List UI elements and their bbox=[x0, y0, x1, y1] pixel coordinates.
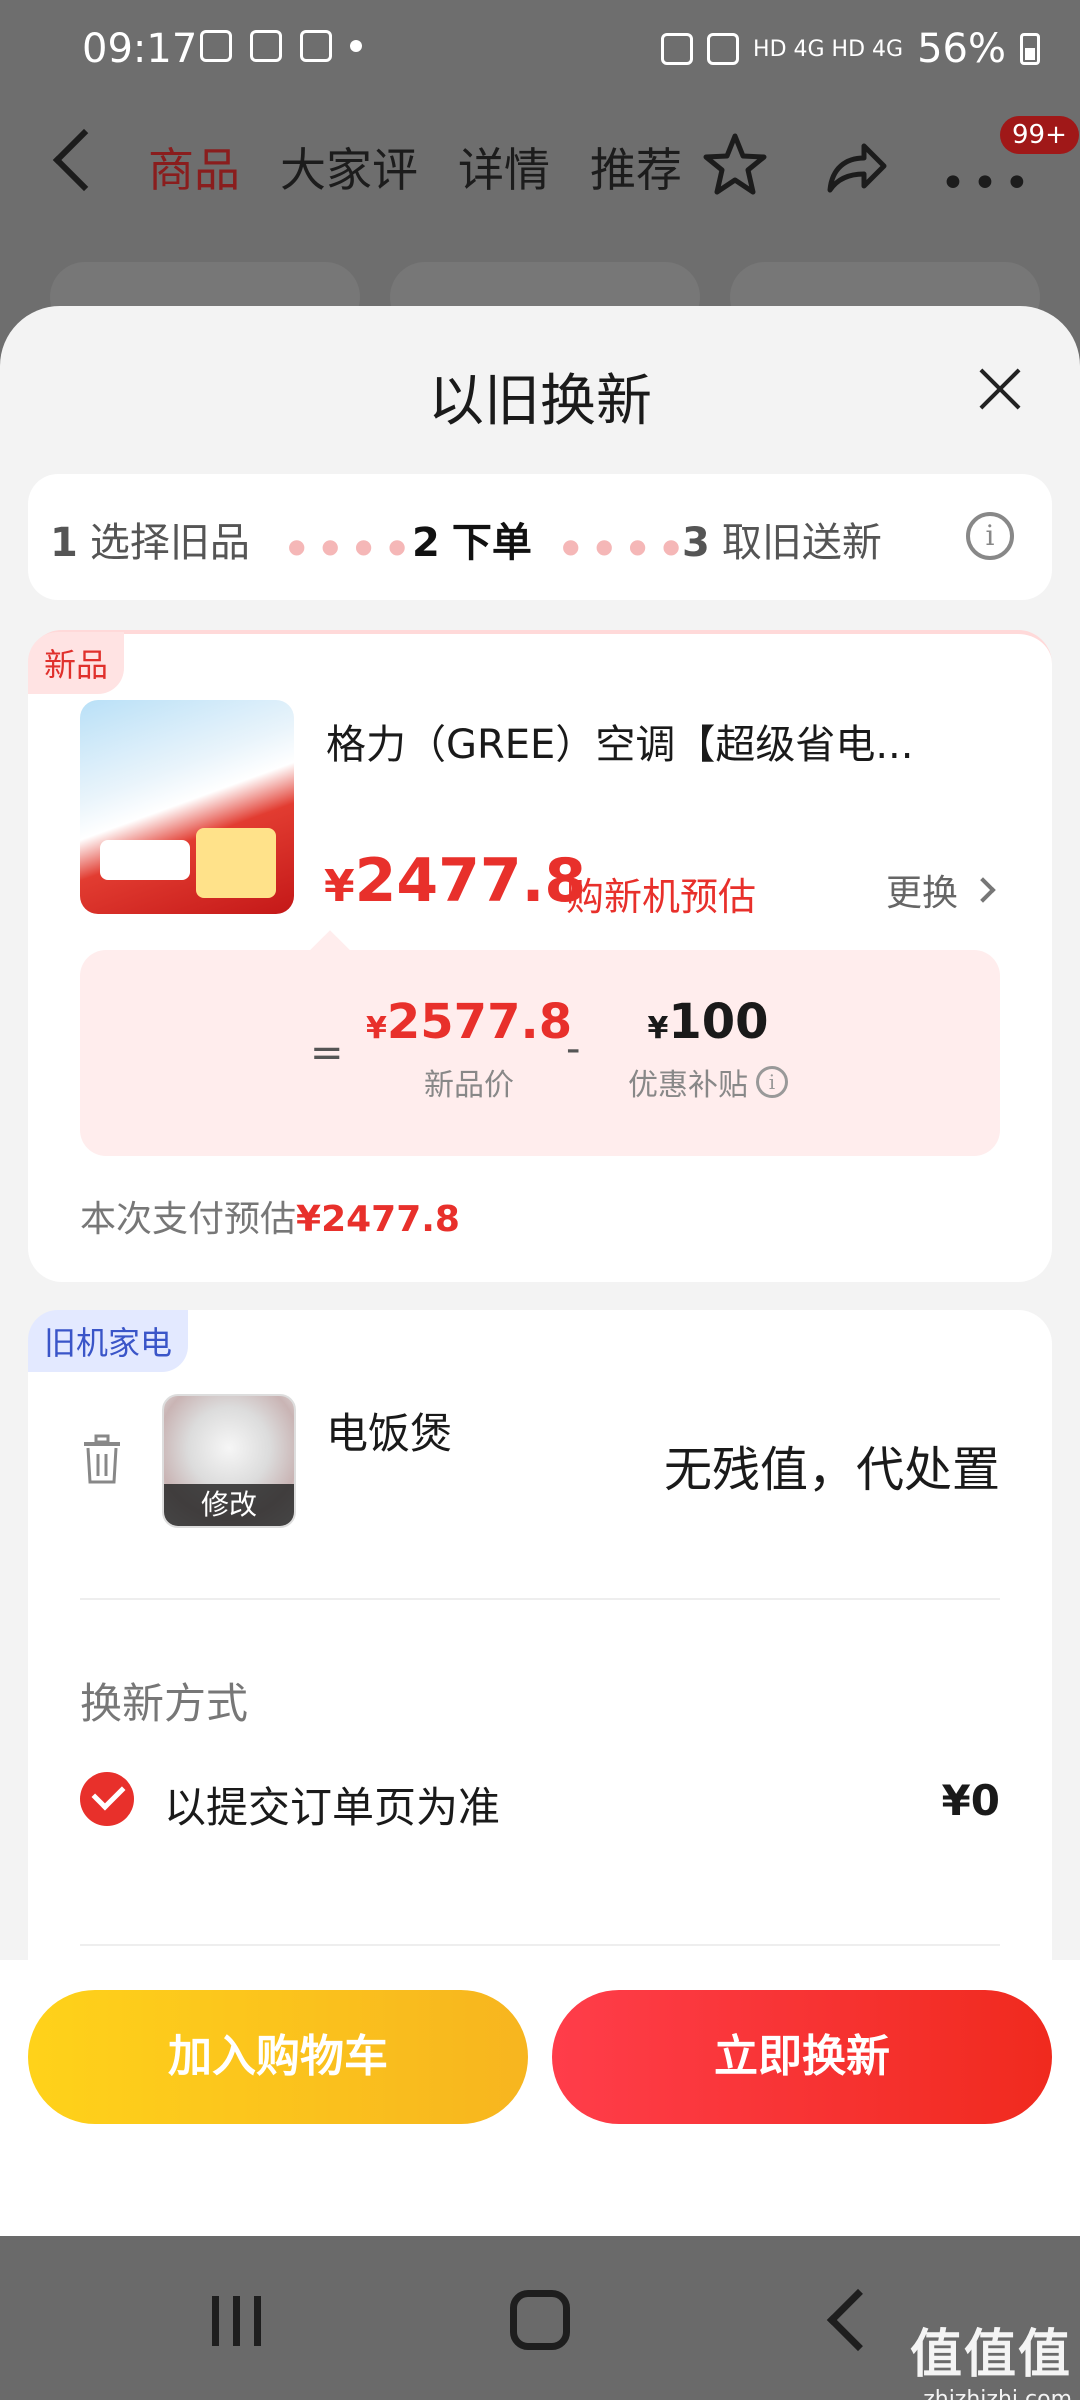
step-3: 3 取旧送新 bbox=[682, 510, 882, 568]
payment-estimate-amount: ¥2477.8 bbox=[296, 1199, 460, 1240]
subsidy-value: ¥100 bbox=[628, 994, 788, 1050]
watermark: 值值值 zhizhizhi.com bbox=[910, 2312, 1072, 2400]
status-bar: 09:17 HD 4G HD 4G 56% bbox=[0, 0, 1080, 100]
minus-sign: - bbox=[566, 1026, 581, 1072]
change-product-button[interactable]: 更换 bbox=[885, 864, 996, 916]
old-appliance-tag: 旧机家电 bbox=[28, 1310, 189, 1372]
tab-recommend[interactable]: 推荐 bbox=[590, 134, 682, 200]
status-notification-icons bbox=[200, 30, 362, 62]
estimated-price: ¥2477.8 bbox=[324, 846, 586, 916]
step-label: 取旧送新 bbox=[721, 520, 882, 566]
step-connector: ●●●● bbox=[562, 534, 696, 558]
divider bbox=[80, 1598, 1000, 1600]
new-price-label: 新品价 bbox=[424, 1068, 515, 1103]
thumb-detail bbox=[196, 828, 276, 898]
payment-estimate-label: 本次支付预估 bbox=[80, 1199, 297, 1240]
currency-symbol: ¥ bbox=[366, 1011, 387, 1046]
new-product-card: 新品 格力（GREE）空调【超级省电... ¥2477.8 购新机预估 更换 =… bbox=[28, 630, 1052, 1282]
battery-icon bbox=[1020, 33, 1040, 65]
new-price-item: ¥2577.8 新品价 bbox=[366, 994, 572, 1104]
price-breakdown: = ¥2577.8 新品价 - ¥100 优惠补贴 i bbox=[80, 930, 1000, 1156]
sheet-title: 以旧换新 bbox=[428, 369, 652, 434]
estimated-price-value: 2477.8 bbox=[354, 846, 587, 916]
tab-reviews[interactable]: 大家评 bbox=[280, 134, 418, 200]
back-icon[interactable] bbox=[52, 128, 116, 192]
currency-symbol: ¥ bbox=[647, 1011, 669, 1046]
wechat-icon bbox=[300, 30, 332, 62]
old-appliance-name: 电饭煲 bbox=[326, 1409, 453, 1458]
checkmark-icon[interactable] bbox=[80, 1772, 134, 1826]
product-tabs: 商品 大家评 详情 推荐 bbox=[148, 134, 682, 200]
new-price-amount: 2577.8 bbox=[386, 994, 573, 1050]
subsidy-label: 优惠补贴 bbox=[628, 1068, 748, 1103]
trade-in-method-heading: 换新方式 bbox=[80, 1679, 249, 1728]
trade-in-steps: 1 选择旧品 ●●●● 2 下单 ●●●● 3 取旧送新 i bbox=[28, 474, 1052, 600]
cart-count-badge: 99+ bbox=[1000, 116, 1079, 154]
battery-percent: 56% bbox=[917, 26, 1006, 72]
chevron-right-icon bbox=[970, 877, 996, 903]
product-title[interactable]: 格力（GREE）空调【超级省电... bbox=[326, 712, 913, 770]
add-to-cart-button[interactable]: 加入购物车 bbox=[28, 1990, 528, 2124]
residual-value: 无残值，代处置 bbox=[663, 1442, 1000, 1498]
watermark-url: zhizhizhi.com bbox=[923, 2387, 1072, 2400]
favorite-star-icon[interactable] bbox=[700, 130, 770, 200]
info-icon[interactable]: i bbox=[966, 512, 1014, 560]
trade-in-method-price: ¥0 bbox=[941, 1776, 1000, 1825]
product-nav-bar: 商品 大家评 详情 推荐 ••• bbox=[0, 110, 1080, 220]
trade-in-method-option[interactable]: 以提交订单页为准 bbox=[164, 1774, 500, 1835]
subsidy-item: ¥100 优惠补贴 i bbox=[628, 994, 788, 1104]
step-label: 下单 bbox=[451, 520, 532, 566]
trash-icon[interactable] bbox=[82, 1434, 122, 1484]
equals-sign: = bbox=[310, 1030, 344, 1076]
wifi-icon bbox=[707, 33, 740, 65]
alarm-icon bbox=[661, 33, 694, 65]
step-1: 1 选择旧品 bbox=[50, 510, 250, 568]
new-price-value: ¥2577.8 bbox=[366, 994, 572, 1050]
modify-button[interactable]: 修改 bbox=[164, 1484, 294, 1526]
subsidy-info-icon[interactable]: i bbox=[756, 1066, 788, 1098]
trade-in-now-button[interactable]: 立即换新 bbox=[552, 1990, 1052, 2124]
breakdown-pointer bbox=[310, 930, 350, 970]
step-label: 选择旧品 bbox=[89, 520, 250, 566]
step-number: 2 bbox=[412, 520, 446, 566]
air-conditioner-product-image[interactable] bbox=[80, 700, 294, 914]
step-number: 1 bbox=[50, 520, 84, 566]
price-note: 购新机预估 bbox=[566, 875, 757, 919]
tab-product[interactable]: 商品 bbox=[148, 134, 240, 200]
divider bbox=[80, 1944, 1000, 1946]
watermark-logo: 值值值 bbox=[909, 2325, 1072, 2385]
subsidy-amount: 100 bbox=[668, 994, 769, 1050]
tab-details[interactable]: 详情 bbox=[458, 134, 550, 200]
status-time: 09:17 bbox=[82, 26, 198, 72]
thumb-detail bbox=[100, 840, 190, 880]
gallery-icon bbox=[200, 30, 232, 62]
step-2: 2 下单 bbox=[412, 510, 532, 568]
recent-apps-icon[interactable] bbox=[212, 2296, 261, 2346]
status-system-icons: HD 4G HD 4G 56% bbox=[661, 26, 1040, 72]
more-notifications-dot-icon bbox=[350, 40, 362, 52]
home-icon[interactable] bbox=[510, 2290, 570, 2350]
app-notification-icon bbox=[250, 30, 282, 62]
network-indicator: HD 4G HD 4G bbox=[753, 36, 904, 62]
step-number: 3 bbox=[682, 520, 716, 566]
payment-estimate: 本次支付预估¥2477.8 bbox=[80, 1190, 460, 1242]
system-back-icon[interactable] bbox=[826, 2288, 890, 2352]
close-icon[interactable] bbox=[978, 366, 1024, 412]
more-menu-icon[interactable]: ••• bbox=[940, 158, 1036, 209]
action-bar: 加入购物车 立即换新 bbox=[0, 1960, 1080, 2236]
rice-cooker-image[interactable]: 修改 bbox=[162, 1394, 296, 1528]
change-label: 更换 bbox=[885, 873, 958, 914]
share-icon[interactable] bbox=[820, 132, 890, 202]
new-product-tag: 新品 bbox=[28, 632, 125, 694]
currency-symbol: ¥ bbox=[324, 861, 355, 912]
step-connector: ●●●● bbox=[288, 534, 422, 558]
trade-in-sheet: 以旧换新 1 选择旧品 ●●●● 2 下单 ●●●● 3 取旧送新 i 新品 格… bbox=[0, 306, 1080, 2270]
